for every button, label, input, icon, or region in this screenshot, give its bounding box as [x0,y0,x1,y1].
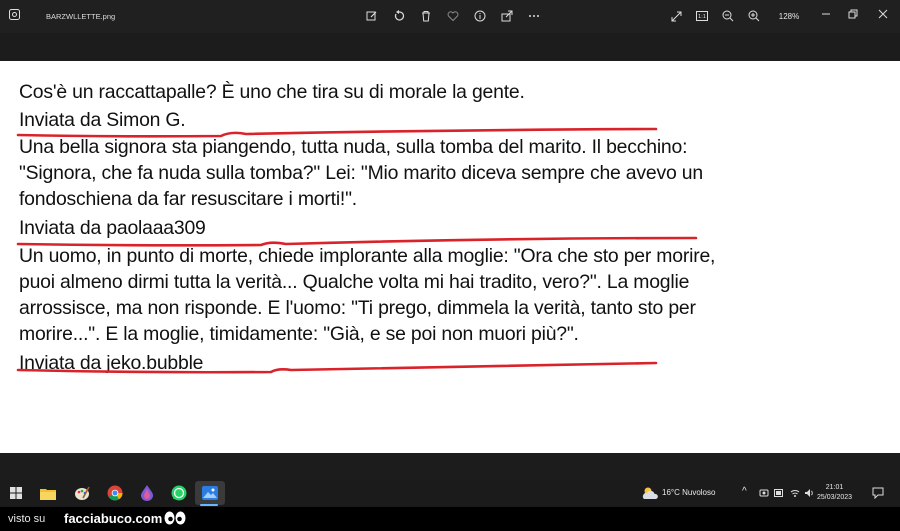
close-icon[interactable] [875,6,891,22]
eyes-logo-icon [164,511,186,525]
info-icon[interactable] [472,8,488,24]
zoom-out-icon[interactable] [720,8,736,24]
whatsapp-icon[interactable] [170,484,188,502]
title-bar: BARZWLLETTE.png 1:1 128% [0,0,900,33]
notifications-icon[interactable] [872,487,884,499]
paint-icon[interactable] [73,484,91,502]
photos-app-icon [9,9,20,20]
watermark-bar: visto su facciabuco.com [0,507,900,531]
svg-text:1:1: 1:1 [698,14,706,20]
taskbar: 16°C Nuvoloso ^ 21:01 25/03/2023 [0,480,900,507]
joke-1: Cos'è un raccattapalle? È uno che tira s… [19,81,525,103]
joke-2-line-2: "Signora, che fa nuda sulla tomba?" Lei:… [19,162,703,184]
watermark-prefix: visto su [8,513,46,525]
joke-2-line-3: fondoschiena da far resuscitare i morti!… [19,188,357,210]
window-title: BARZWLLETTE.png [46,12,116,21]
edit-icon[interactable] [364,8,380,24]
restore-icon[interactable] [845,6,861,22]
clock-time: 21:01 [825,484,844,491]
favorite-icon[interactable] [445,8,461,24]
actual-size-icon[interactable]: 1:1 [694,8,710,24]
clock[interactable]: 21:01 25/03/2023 [817,483,852,503]
file-explorer-icon[interactable] [39,484,57,502]
red-underline-3 [16,361,658,374]
watermark-brand: facciabuco.com [64,511,163,526]
minimize-icon[interactable] [818,6,834,22]
camera-icon[interactable] [759,488,769,498]
joke-3-line-2: puoi almeno dirmi tutta la verità... Qua… [19,271,690,293]
weather-icon[interactable] [641,486,659,500]
clock-date: 25/03/2023 [817,494,853,501]
image-viewer[interactable]: Cos'è un raccattapalle? È uno che tira s… [0,33,900,480]
active-indicator [200,504,218,506]
joke-3-line-3: arrossisce, ma non risponde. E l'uomo: "… [19,297,696,319]
zoom-controls: 1:1 128% [668,8,806,24]
rotate-icon[interactable] [391,8,407,24]
chevron-up-icon[interactable]: ^ [742,486,747,497]
app-drop-icon[interactable] [138,484,156,502]
displayed-image: Cos'è un raccattapalle? È uno che tira s… [0,61,900,453]
image-toolbar [364,8,542,24]
battery-icon[interactable] [774,489,784,497]
fullscreen-icon[interactable] [668,8,684,24]
joke-2-line-1: Una bella signora sta piangendo, tutta n… [19,136,688,158]
more-icon[interactable] [526,8,542,24]
share-icon[interactable] [499,8,515,24]
joke-3-line-1: Un uomo, in punto di morte, chiede implo… [19,245,716,267]
chrome-icon[interactable] [106,484,124,502]
wifi-icon[interactable] [790,488,800,498]
windows-start-icon[interactable] [7,484,25,502]
zoom-level[interactable]: 128% [772,12,806,21]
photos-icon[interactable] [201,484,219,502]
volume-icon[interactable] [804,488,814,498]
delete-icon[interactable] [418,8,434,24]
joke-3-line-4: morire...". E la moglie, timidamente: "G… [19,323,579,345]
zoom-in-icon[interactable] [746,8,762,24]
weather-text[interactable]: 16°C Nuvoloso [662,488,715,497]
